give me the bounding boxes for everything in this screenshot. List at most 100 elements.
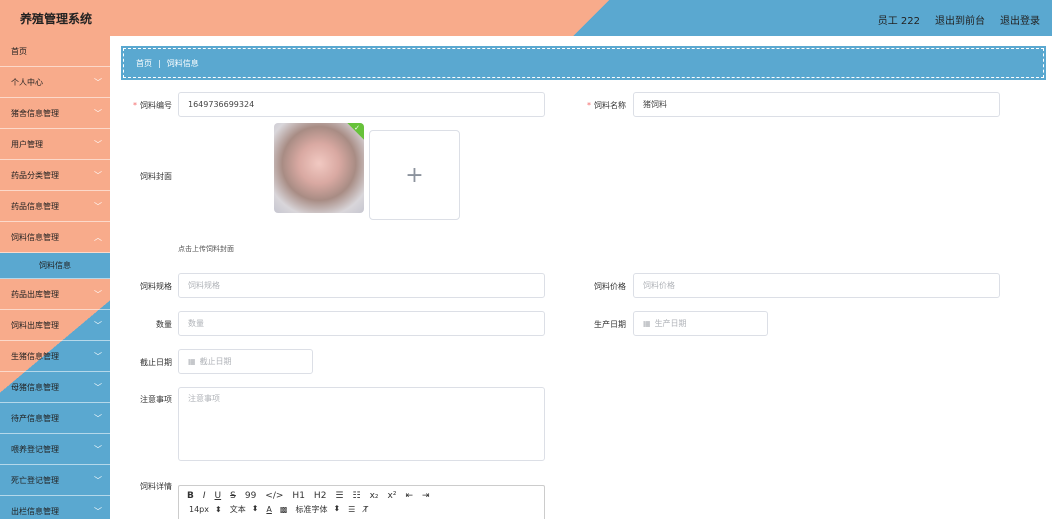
chevron-down-icon: ﹀ bbox=[94, 383, 102, 392]
text-style-select[interactable]: 文本 ⬍ bbox=[230, 504, 259, 515]
sidebar-item-label: 用户管理 bbox=[11, 139, 43, 149]
production-date-label: 生产日期 bbox=[594, 320, 626, 329]
sidebar-item-feeding-record[interactable]: 喂养登记管理 ﹀ bbox=[0, 434, 110, 465]
chevron-down-icon: ﹀ bbox=[94, 352, 102, 361]
feed-cover-label: 饲料封面 bbox=[140, 172, 172, 181]
required-mark: * bbox=[587, 101, 591, 110]
sidebar-item-label: 药品出库管理 bbox=[11, 289, 59, 299]
outdent-icon[interactable]: ⇤ bbox=[405, 491, 413, 501]
feed-id-label: * 饲料编号 bbox=[133, 101, 172, 110]
bullet-list-icon[interactable]: ☷ bbox=[353, 491, 361, 501]
superscript-icon[interactable]: x² bbox=[388, 491, 397, 501]
text-color-icon[interactable]: A bbox=[266, 505, 271, 514]
feed-name-input[interactable]: 猪饲料 bbox=[633, 92, 1000, 117]
sidebar-item-pigsty[interactable]: 猪舍信息管理 ﹀ bbox=[0, 98, 110, 129]
sidebar-item-feed-outbound[interactable]: 饲料出库管理 ﹀ bbox=[0, 310, 110, 341]
sidebar-item-label: 药品信息管理 bbox=[11, 201, 59, 211]
check-icon: ✓ bbox=[354, 124, 360, 132]
sidebar-item-label: 猪舍信息管理 bbox=[11, 108, 59, 118]
sidebar-item-label: 饲料信息管理 bbox=[11, 232, 59, 242]
feed-spec-input[interactable]: 饲料规格 bbox=[178, 273, 545, 298]
subscript-icon[interactable]: x₂ bbox=[370, 491, 379, 501]
sidebar-item-label: 个人中心 bbox=[11, 77, 43, 87]
code-icon[interactable]: </> bbox=[265, 491, 283, 501]
sidebar-item-home[interactable]: 首页 bbox=[0, 36, 110, 67]
updown-icon: ⬍ bbox=[333, 504, 341, 513]
feed-price-input[interactable]: 饲料价格 bbox=[633, 273, 1000, 298]
calendar-icon: ▦ bbox=[643, 319, 651, 328]
feed-cover-image[interactable]: ✓ bbox=[274, 123, 364, 213]
required-mark: * bbox=[133, 101, 137, 110]
editor-toolbar: B I U S 99 </> H1 H2 ☰ ☷ x₂ x² ⇤ ⇥ bbox=[179, 486, 544, 501]
sidebar: 首页 个人中心 ﹀ 猪舍信息管理 ﹀ 用户管理 ﹀ 药品分类管理 ﹀ 药品信息管理 ﹀ 饲… bbox=[0, 36, 110, 519]
sidebar-item-pregnancy-info[interactable]: 待产信息管理 ﹀ bbox=[0, 403, 110, 434]
breadcrumb-separator: | bbox=[158, 58, 161, 68]
chevron-down-icon: ﹀ bbox=[94, 414, 102, 423]
indent-icon[interactable]: ⇥ bbox=[422, 491, 430, 501]
heading1-icon[interactable]: H1 bbox=[292, 491, 305, 501]
heading2-icon[interactable]: H2 bbox=[314, 491, 327, 501]
breadcrumb: 首页 | 饲料信息 bbox=[121, 46, 1046, 80]
sidebar-item-sow-info[interactable]: 母猪信息管理 ﹀ bbox=[0, 372, 110, 403]
expiry-date-picker[interactable]: ▦ 截止日期 bbox=[178, 349, 313, 374]
chevron-down-icon: ﹀ bbox=[94, 78, 102, 87]
production-date-picker[interactable]: ▦ 生产日期 bbox=[633, 311, 768, 336]
sidebar-item-drug-info[interactable]: 药品信息管理 ﹀ bbox=[0, 191, 110, 222]
blockquote-icon[interactable]: 99 bbox=[245, 491, 256, 501]
font-family-select[interactable]: 标准字体 ⬍ bbox=[295, 504, 340, 515]
notes-label: 注意事项 bbox=[140, 395, 172, 404]
clear-format-icon[interactable]: T̸ bbox=[363, 505, 368, 514]
underline-icon[interactable]: U bbox=[215, 491, 222, 501]
expiry-date-label: 截止日期 bbox=[140, 358, 172, 367]
sidebar-item-label: 出栏信息管理 bbox=[11, 506, 59, 516]
breadcrumb-home[interactable]: 首页 bbox=[136, 58, 152, 69]
feed-price-label: 饲料价格 bbox=[594, 282, 626, 291]
quantity-label: 数量 bbox=[156, 320, 172, 329]
header-actions: 员工 222 退出到前台 退出登录 bbox=[878, 12, 1040, 27]
feed-spec-label: 饲料规格 bbox=[140, 282, 172, 291]
sidebar-item-label: 首页 bbox=[11, 46, 27, 56]
chevron-up-icon: ︿ bbox=[94, 233, 102, 242]
logout-link[interactable]: 退出登录 bbox=[1000, 12, 1040, 27]
chevron-down-icon: ﹀ bbox=[94, 171, 102, 180]
background-color-icon[interactable]: ▩ bbox=[280, 505, 288, 514]
current-user: 员工 222 bbox=[877, 16, 920, 27]
sidebar-item-drug-outbound[interactable]: 药品出库管理 ﹀ bbox=[0, 279, 110, 310]
sidebar-item-drug-category[interactable]: 药品分类管理 ﹀ bbox=[0, 160, 110, 191]
ordered-list-icon[interactable]: ☰ bbox=[335, 491, 343, 501]
updown-icon: ⬍ bbox=[215, 505, 222, 514]
sidebar-item-label: 饲料信息 bbox=[39, 261, 71, 270]
strikethrough-icon[interactable]: S bbox=[230, 491, 236, 501]
sidebar-item-profile[interactable]: 个人中心 ﹀ bbox=[0, 67, 110, 98]
chevron-down-icon: ﹀ bbox=[94, 476, 102, 485]
sidebar-item-hog-info[interactable]: 生猪信息管理 ﹀ bbox=[0, 341, 110, 372]
bold-icon[interactable]: B bbox=[187, 491, 194, 501]
sidebar-item-users[interactable]: 用户管理 ﹀ bbox=[0, 129, 110, 160]
breadcrumb-current: 饲料信息 bbox=[166, 58, 199, 68]
sidebar-item-slaughter-info[interactable]: 出栏信息管理 ﹀ bbox=[0, 496, 110, 519]
upload-add-button[interactable]: + bbox=[369, 130, 460, 220]
sidebar-item-label: 待产信息管理 bbox=[11, 413, 59, 423]
details-label: 饲料详情 bbox=[140, 482, 172, 491]
feed-id-input[interactable]: 1649736699324 bbox=[178, 92, 545, 117]
chevron-down-icon: ﹀ bbox=[94, 290, 102, 299]
sidebar-item-label: 喂养登记管理 bbox=[11, 444, 59, 454]
app-title: 养殖管理系统 bbox=[20, 12, 93, 26]
quantity-input[interactable]: 数量 bbox=[178, 311, 545, 336]
notes-textarea[interactable]: 注意事项 bbox=[178, 387, 545, 461]
chevron-down-icon: ﹀ bbox=[94, 202, 102, 211]
rich-text-editor[interactable]: B I U S 99 </> H1 H2 ☰ ☷ x₂ x² ⇤ ⇥ 14px ⬍… bbox=[178, 485, 545, 519]
upload-hint: 点击上传饲料封面 bbox=[178, 245, 234, 253]
chevron-down-icon: ﹀ bbox=[94, 109, 102, 118]
align-icon[interactable]: ☰ bbox=[348, 505, 355, 514]
italic-icon[interactable]: I bbox=[203, 491, 206, 501]
feed-name-label: * 饲料名称 bbox=[587, 101, 626, 110]
chevron-down-icon: ﹀ bbox=[94, 507, 102, 516]
sidebar-item-feed-info[interactable]: 饲料信息 bbox=[0, 253, 110, 279]
back-to-frontend-link[interactable]: 退出到前台 bbox=[935, 12, 985, 27]
calendar-icon: ▦ bbox=[188, 357, 196, 366]
sidebar-item-death-record[interactable]: 死亡登记管理 ﹀ bbox=[0, 465, 110, 496]
font-size-select[interactable]: 14px ⬍ bbox=[189, 505, 222, 514]
chevron-down-icon: ﹀ bbox=[94, 321, 102, 330]
sidebar-item-feed-management[interactable]: 饲料信息管理 ︿ bbox=[0, 222, 110, 253]
